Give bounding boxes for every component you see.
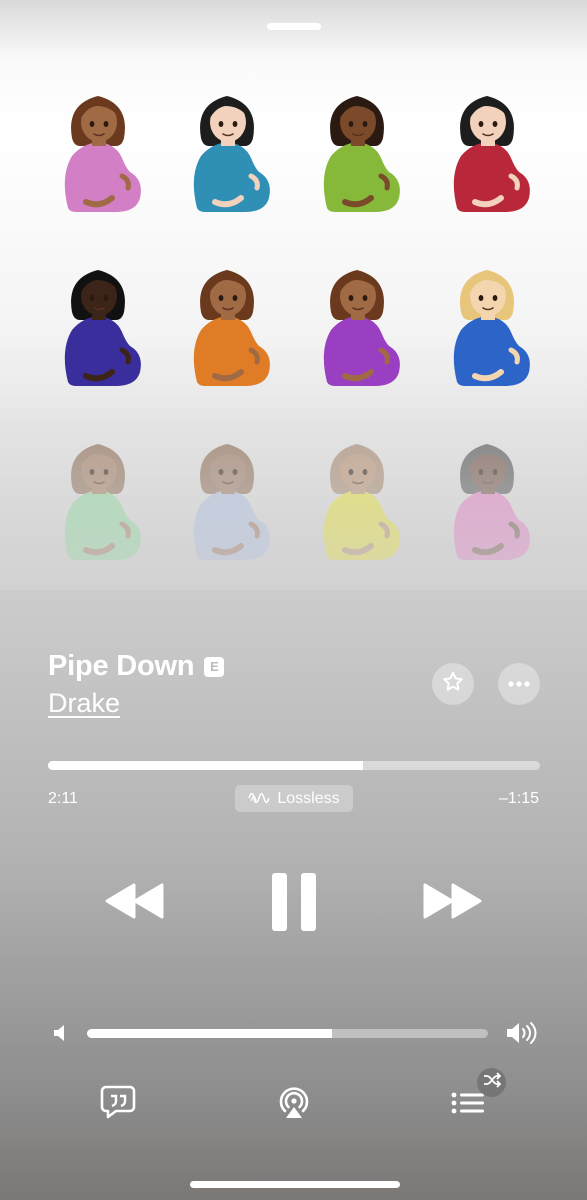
airplay-button[interactable] xyxy=(274,1084,314,1124)
pregnant-woman-emoji xyxy=(56,250,148,390)
sheet-grabber[interactable] xyxy=(267,23,321,30)
star-icon xyxy=(441,670,465,699)
lossless-badge[interactable]: Lossless xyxy=(235,785,353,812)
pregnant-woman-emoji xyxy=(185,76,277,216)
playback-progress-fill xyxy=(48,761,363,770)
rewind-icon xyxy=(103,882,165,925)
pause-button[interactable] xyxy=(265,870,323,938)
shuffle-badge xyxy=(477,1068,506,1097)
volume-slider[interactable] xyxy=(87,1029,488,1038)
favorite-button[interactable] xyxy=(432,663,474,705)
song-title-row: Pipe Down E xyxy=(48,650,225,683)
fast-forward-button[interactable] xyxy=(420,878,486,928)
pregnant-woman-emoji xyxy=(185,250,277,390)
lyrics-button[interactable] xyxy=(98,1085,138,1123)
playback-scrubber[interactable] xyxy=(48,761,540,770)
ellipsis-icon xyxy=(507,675,531,693)
speaker-low-icon xyxy=(50,1022,70,1044)
volume-fill xyxy=(87,1029,332,1038)
lossless-label: Lossless xyxy=(277,789,340,807)
pregnant-woman-emoji xyxy=(445,76,537,216)
pregnant-woman-emoji xyxy=(56,76,148,216)
airplay-icon xyxy=(276,1084,312,1125)
explicit-badge: E xyxy=(204,656,225,677)
elapsed-time: 2:11 xyxy=(48,790,78,807)
shuffle-icon xyxy=(483,1072,501,1093)
artist-link[interactable]: Drake xyxy=(48,688,120,719)
home-indicator[interactable] xyxy=(190,1181,400,1188)
pause-icon xyxy=(271,872,317,937)
artwork-fade xyxy=(0,390,587,590)
fast-forward-icon xyxy=(422,882,484,925)
rewind-button[interactable] xyxy=(101,878,167,928)
pregnant-woman-emoji xyxy=(315,76,407,216)
speaker-high-icon xyxy=(505,1020,539,1046)
pregnant-woman-emoji xyxy=(315,250,407,390)
lyrics-quote-icon xyxy=(100,1085,136,1124)
pregnant-woman-emoji xyxy=(445,250,537,390)
more-options-button[interactable] xyxy=(498,663,540,705)
song-title: Pipe Down xyxy=(48,650,195,682)
remaining-time: –1:15 xyxy=(498,790,539,807)
lossless-wave-icon xyxy=(248,789,277,808)
